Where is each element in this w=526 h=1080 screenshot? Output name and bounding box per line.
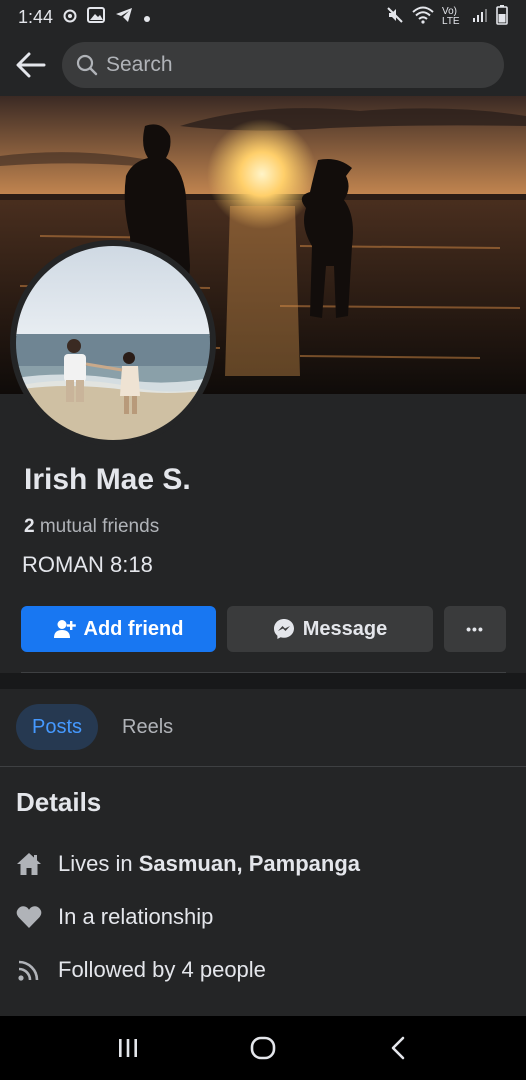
detail-relationship: In a relationship [16,904,213,930]
add-friend-button[interactable]: Add friend [21,606,216,652]
status-time: 1:44 [18,6,54,27]
status-right: Vo) LTE [386,4,508,30]
profile-bio: ROMAN 8:18 [22,552,153,577]
gallery-icon [87,6,106,28]
rss-feed-icon [16,957,42,983]
message-label: Message [302,617,388,640]
signal-icon [472,7,488,28]
more-options-icon: ••• [466,621,484,637]
tab-reels[interactable]: Reels [106,704,189,750]
system-navigation-bar [0,1016,526,1080]
section-separator [0,673,526,689]
add-friend-icon [53,620,76,638]
top-navigation: Search [0,34,526,96]
home-circle-icon [250,1036,276,1060]
recent-apps-icon [118,1039,137,1057]
home-button[interactable] [233,1023,293,1073]
followers-text: Followed by 4 people [58,957,266,982]
avatar-photo [16,246,210,440]
status-bar: 1:44 Vo) LTE [0,0,526,34]
more-notifications-dot-icon [143,7,151,28]
wifi-icon [412,6,434,29]
telegram-icon [115,7,133,28]
add-friend-label: Add friend [83,617,184,640]
mute-icon [386,6,404,29]
heart-icon [16,904,42,930]
mutual-friends-label: mutual friends [39,516,160,537]
chevron-left-icon [392,1036,405,1060]
recent-apps-button[interactable] [98,1023,158,1073]
relationship-text: In a relationship [58,904,214,929]
mutual-friends[interactable]: 2 mutual friends [24,516,159,538]
network-label: Vo) LTE [442,6,460,27]
lives-in-place[interactable]: Sasmuan, Pampanga [139,851,360,877]
search-placeholder: Search [106,53,173,76]
home-icon [16,851,42,877]
tab-posts[interactable]: Posts [16,704,99,750]
profile-tabs: Posts Reels [16,704,189,750]
battery-icon [496,4,508,30]
system-back-button[interactable] [368,1023,428,1073]
back-arrow-icon [16,52,46,78]
detail-lives-in: Lives in Sasmuan, Pampanga [16,851,360,877]
search-input[interactable]: Search [62,42,504,88]
back-button[interactable] [14,48,48,82]
detail-followers: Followed by 4 people [16,957,266,983]
lives-in-prefix: Lives in [58,851,133,876]
profile-name: Irish Mae S. [24,463,191,496]
messenger-icon [273,619,294,639]
divider [0,766,526,767]
mutual-friends-count: 2 [24,516,35,537]
details-title: Details [16,787,102,817]
notification-circle-icon [63,7,77,28]
profile-avatar[interactable] [10,240,216,446]
message-button[interactable]: Message [227,606,433,652]
status-left: 1:44 [18,6,151,28]
more-options-button[interactable]: ••• [444,606,506,652]
search-icon [76,54,98,76]
